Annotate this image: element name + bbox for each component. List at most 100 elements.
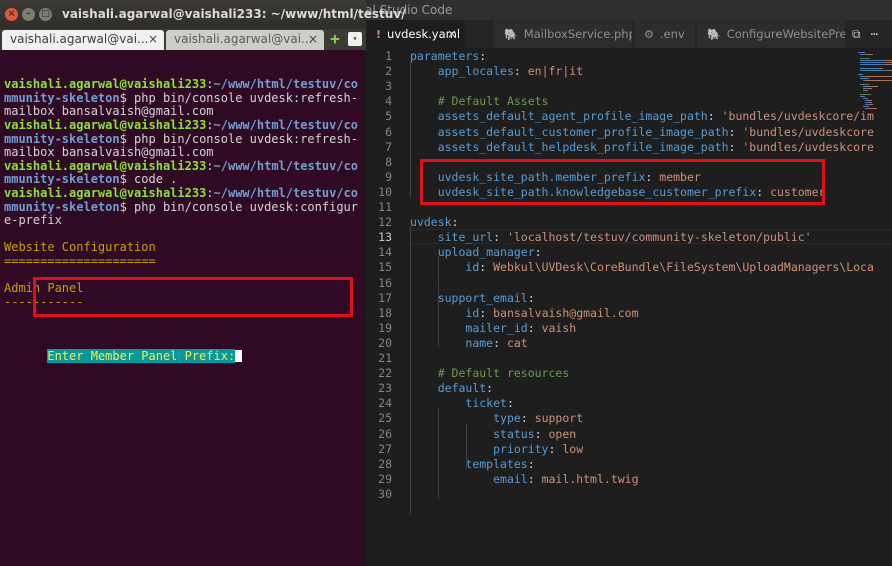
terminal-line: vaishali.agarwal@vaishali233:~/www/html/… <box>4 77 362 92</box>
tab-label: .env <box>659 27 685 41</box>
code-line: upload_manager: <box>410 245 542 259</box>
line-number: 5 <box>385 109 392 124</box>
line-number: 26 <box>378 426 392 441</box>
editor-tab-bar: ! uvdesk.yaml × 🐘 MailboxService.php ⚙ .… <box>366 20 892 48</box>
code-token: 'localhost/testuv/community-skeleton/pub… <box>506 230 812 245</box>
minimap-line <box>860 58 870 59</box>
line-number: 30 <box>378 486 392 501</box>
terminal-line: mmunity-skeleton$ php bin/console uvdesk… <box>4 200 362 215</box>
more-actions-icon[interactable]: ⋯ <box>871 27 878 41</box>
highlight-box-site-path-prefixes <box>420 159 825 205</box>
minimap-line <box>862 74 863 75</box>
line-number: 11 <box>378 200 392 214</box>
code-token: priority <box>493 441 549 456</box>
line-number: 13 <box>378 230 392 245</box>
tab-menu-chevron-down-icon[interactable]: ▾ <box>348 32 362 46</box>
terminal-text: ~/www/html/testuv/co <box>213 117 359 132</box>
window-minimize-button[interactable]: – <box>22 8 35 21</box>
close-icon[interactable]: × <box>447 27 457 41</box>
code-line: templates: <box>410 457 534 471</box>
tab-configure-website-prefix[interactable]: 🐘 ConfigureWebsitePrefixe <box>697 20 846 48</box>
minimap[interactable] <box>858 48 892 138</box>
minimap-line <box>860 70 888 71</box>
code-line: site_url: 'localhost/testuv/community-sk… <box>410 230 812 244</box>
code-line: priority: low <box>410 442 583 456</box>
code-token: low <box>562 441 584 456</box>
code-token: : <box>479 49 487 63</box>
terminal-window: × – □ vaishali.agarwal@vaishali233: ~/ww… <box>0 0 406 566</box>
code-token: Webkul\UVDesk\CoreBundle\FileSystem\Uplo… <box>493 260 874 275</box>
terminal-text: vaishali.agarwal@vaishali233 <box>4 77 207 92</box>
code-token: assets_default_agent_profile_image_path <box>437 109 708 124</box>
code-line: ticket: <box>410 396 513 410</box>
code-token: 'bundles/uvdeskcore/im <box>721 109 874 124</box>
window-close-button[interactable]: × <box>5 8 18 21</box>
tab-uvdesk-yaml[interactable]: ! uvdesk.yaml × <box>366 20 466 48</box>
minimap-line <box>865 80 892 81</box>
terminal-text: $ php bin/console uvdesk:refresh- <box>119 90 359 105</box>
terminal-line: mmunity-skeleton$ php bin/console uvdesk… <box>4 132 362 147</box>
php-file-icon: 🐘 <box>707 27 721 41</box>
code-token: : <box>728 124 743 139</box>
code-token: support_email <box>437 290 528 305</box>
code-token: en|fr|it <box>527 64 584 79</box>
terminal-line: ===================== <box>4 254 362 269</box>
terminal-text: mailbox bansalvaish@gmail.com <box>4 145 214 160</box>
minimap-line <box>865 86 878 87</box>
minimap-line <box>868 100 872 101</box>
code-line: status: open <box>410 427 576 441</box>
terminal-text: mmunity-skeleton <box>4 90 120 105</box>
minimap-line <box>860 62 885 63</box>
terminal-text: Website Configuration <box>4 240 156 255</box>
highlight-box-member-prompt <box>33 277 353 317</box>
line-number: 8 <box>385 154 392 169</box>
terminal-cursor <box>235 350 243 363</box>
split-editor-icon[interactable]: ⧉ <box>852 27 861 42</box>
minimap-line <box>868 106 869 107</box>
terminal-text: ~/www/html/testuv/co <box>213 185 359 200</box>
line-number: 3 <box>385 79 392 94</box>
terminal-tab-2[interactable]: vaishali.agarwal@vai... × <box>166 30 324 50</box>
code-line: type: support <box>410 411 583 425</box>
terminal-prompt-line: Enter Member Panel Prefix: <box>4 349 362 364</box>
indent-guide <box>410 62 411 198</box>
close-icon[interactable]: × <box>148 30 158 49</box>
line-number: 21 <box>378 351 392 365</box>
new-tab-plus-icon[interactable]: + <box>328 31 342 47</box>
terminal-line: mmunity-skeleton$ code . <box>4 173 362 187</box>
window-maximize-button[interactable]: □ <box>39 8 52 21</box>
terminal-line: vaishali.agarwal@vaishali233:~/www/html/… <box>4 185 362 201</box>
code-token: : <box>520 411 535 426</box>
code-token: vaish <box>541 320 577 335</box>
terminal-text: : <box>206 117 214 132</box>
terminal-tab-label: vaishali.agarwal@vai... <box>10 32 149 46</box>
terminal-tab-1[interactable]: vaishali.agarwal@vai... × <box>2 30 164 50</box>
tab-mailbox-service-php[interactable]: 🐘 MailboxService.php <box>494 20 633 48</box>
indent-guide <box>438 469 439 500</box>
code-line: id: Webkul\UVDesk\CoreBundle\FileSystem\… <box>410 260 874 274</box>
indent-guide <box>410 378 411 514</box>
code-token: assets_default_helpdesk_profile_image_pa… <box>437 139 729 154</box>
terminal-title-bar: × – □ vaishali.agarwal@vaishali233: ~/ww… <box>0 0 406 29</box>
indent-guide <box>466 424 467 470</box>
terminal-tab-bar: vaishali.agarwal@vai... × vaishali.agarw… <box>0 29 366 50</box>
minimap-line <box>866 90 868 91</box>
minimap-line <box>860 84 868 85</box>
tab-env[interactable]: ⚙ .env <box>634 20 696 48</box>
php-file-icon: 🐘 <box>504 27 518 41</box>
line-number: 2 <box>385 64 392 79</box>
close-icon[interactable]: × <box>308 30 318 49</box>
code-token: id <box>465 305 480 320</box>
line-number: 23 <box>378 381 392 396</box>
terminal-text: vaishali.agarwal@vaishali233 <box>4 117 207 132</box>
code-token: upload_manager <box>437 245 535 260</box>
tab-label: ConfigureWebsitePrefixe <box>726 27 846 41</box>
code-token: : <box>527 471 542 486</box>
code-editor[interactable]: 1 2 3 4 5 6 7 8 9 10 11 12 13 14 15 16 17 18 19 20 21 22 23 24 2… <box>366 48 892 566</box>
line-number: 10 <box>378 184 392 199</box>
code-token: name <box>465 335 494 350</box>
